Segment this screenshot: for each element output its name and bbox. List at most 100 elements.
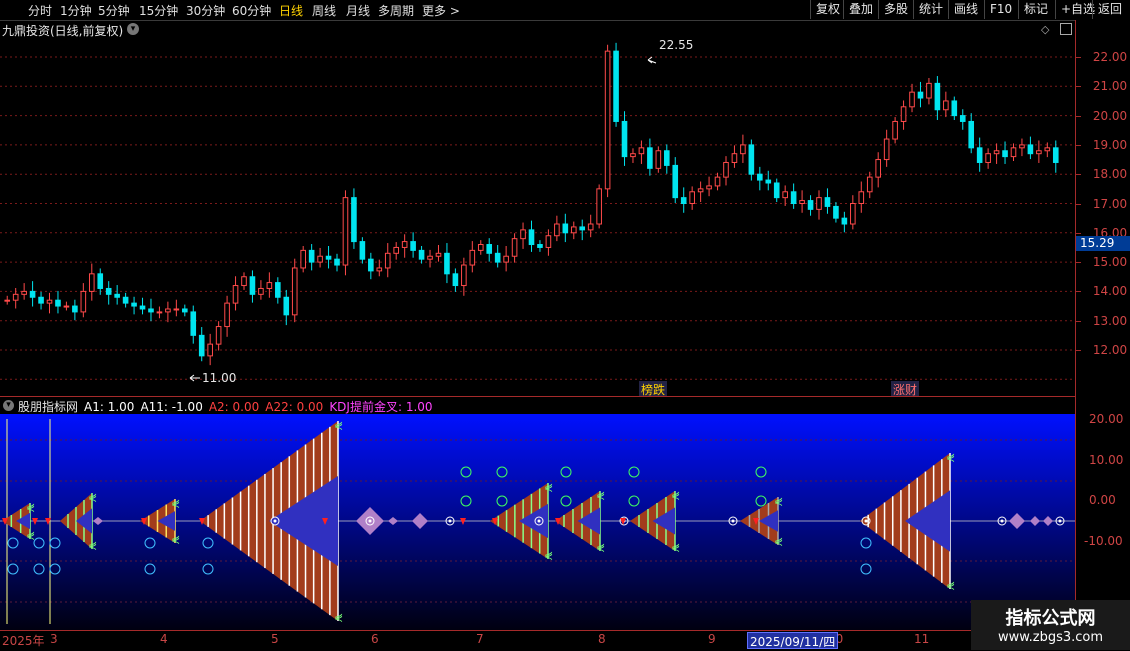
candle-body xyxy=(866,176,873,193)
chevron-down-icon[interactable]: ▾ xyxy=(3,400,14,411)
toolbar-button-1[interactable]: 叠加 xyxy=(843,0,878,19)
indicator-header: ▾ 股朋指标网 A1: 1.00 A11: -1.00 A2: 0.00 A22: 0.… xyxy=(0,396,1075,415)
toolbar-button-4[interactable]: 画线 xyxy=(948,0,983,19)
high-pointer xyxy=(647,56,657,64)
candle-body xyxy=(232,285,239,304)
watermark-title: 指标公式网 xyxy=(1005,608,1096,629)
indicator-panel[interactable]: ⋞ ⋞ ⋞ ⋞ ⋞ ⋞ ⋞ ⋞ ⋞ ⋞ ⋞ ⋞ ⋞ ⋞ ⋞ ⋞ ⋞ ⋞ xyxy=(0,414,1075,630)
candle-body xyxy=(511,238,518,257)
candle-body xyxy=(554,223,560,237)
fan-mark: ⋞ xyxy=(544,481,553,494)
price-tick: 15.00 xyxy=(1089,255,1128,270)
candle-body xyxy=(630,153,636,158)
price-tick: 14.00 xyxy=(1089,284,1128,299)
candle-body xyxy=(241,276,247,287)
price-tick: 17.00 xyxy=(1089,196,1128,211)
period-tab-9[interactable]: 多周期 xyxy=(378,2,414,19)
toolbar-button-3[interactable]: 统计 xyxy=(913,0,948,19)
indicator-tick: 10.00 xyxy=(1089,453,1124,467)
period-tab-1[interactable]: 1分钟 xyxy=(60,2,92,19)
period-tab-8[interactable]: 月线 xyxy=(346,2,370,19)
price-tick-mark xyxy=(1076,174,1081,176)
price-tick-mark xyxy=(1076,291,1081,293)
price-tick-mark xyxy=(1076,115,1081,117)
candle-body xyxy=(38,296,44,304)
candle-body xyxy=(638,147,645,155)
candle-body xyxy=(765,179,772,184)
price-tick-mark xyxy=(1076,232,1081,234)
period-tab-4[interactable]: 30分钟 xyxy=(186,2,225,19)
candle-body xyxy=(537,244,543,248)
period-tab-0[interactable]: 分时 xyxy=(28,2,52,19)
fan-mark: ⋞ xyxy=(334,611,343,624)
fan-mark: ⋞ xyxy=(774,495,783,508)
panel-toggle-icon[interactable] xyxy=(1060,23,1072,35)
toolbar-button-0[interactable]: 复权 xyxy=(810,0,845,19)
candle-body xyxy=(384,252,391,269)
fan-mark: ⋞ xyxy=(671,541,680,554)
fan-mark: ⋞ xyxy=(88,539,97,552)
toolbar-button-8[interactable]: 返回 xyxy=(1092,0,1127,19)
candle-body xyxy=(494,252,501,263)
candle-body xyxy=(850,203,856,225)
price-tick-mark xyxy=(1076,350,1081,351)
toolbar-button-6[interactable]: 标记 xyxy=(1018,0,1053,19)
candle-body xyxy=(401,241,408,248)
period-tab-10[interactable]: 更多 > xyxy=(422,2,460,19)
candle-body xyxy=(621,120,628,158)
candle-body xyxy=(647,147,653,169)
price-tick-mark xyxy=(1076,320,1081,322)
candle-body xyxy=(1036,150,1042,155)
candle-body xyxy=(680,197,687,204)
price-tick: 20.00 xyxy=(1089,108,1128,123)
candle-body xyxy=(452,273,459,287)
candle-body xyxy=(731,153,738,163)
candle-body xyxy=(29,290,36,298)
fan-mark: ⋞ xyxy=(26,501,35,514)
candle-body xyxy=(4,299,11,302)
indicator-name: 股朋指标网 xyxy=(18,400,79,414)
candle-body xyxy=(351,197,357,243)
candle-body xyxy=(959,115,966,122)
indicator-tick: -10.00 xyxy=(1084,534,1123,548)
chevron-down-icon[interactable]: ▾ xyxy=(127,23,139,35)
period-tab-2[interactable]: 5分钟 xyxy=(98,2,130,19)
candle-body xyxy=(714,176,721,187)
toolbar-button-2[interactable]: 多股 xyxy=(878,0,913,19)
indicator-chart[interactable]: ⋞ ⋞ ⋞ ⋞ ⋞ ⋞ ⋞ ⋞ ⋞ ⋞ ⋞ ⋞ ⋞ ⋞ ⋞ ⋞ ⋞ ⋞ xyxy=(0,414,1075,630)
candle-body xyxy=(993,150,1000,155)
candle-body xyxy=(325,255,332,260)
candle-body xyxy=(663,150,670,166)
candle-body xyxy=(740,144,746,155)
price-tick-mark xyxy=(1076,86,1081,88)
toolbar-button-5[interactable]: F10 xyxy=(984,0,1017,19)
fan-mark: ⋞ xyxy=(544,549,553,562)
candle-body xyxy=(342,197,349,266)
candle-body xyxy=(858,191,865,204)
cross-dot xyxy=(1058,519,1062,523)
cross-dot xyxy=(537,519,541,523)
period-tab-3[interactable]: 15分钟 xyxy=(139,2,178,19)
candle-body xyxy=(55,299,61,307)
candle-body xyxy=(570,226,577,234)
candle-body xyxy=(697,188,704,193)
current-price-badge: 15.29 xyxy=(1076,236,1130,251)
diamond-icon[interactable]: ◇ xyxy=(1041,23,1049,36)
candle-body xyxy=(105,287,112,295)
period-tab-6[interactable]: 日线 xyxy=(279,2,303,19)
main-chart-panel[interactable]: 九鼎投资(日线,前复权) ▾ ◇ 22.55 11.00 榜跌 涨财 xyxy=(0,20,1075,398)
candle-body xyxy=(63,305,70,308)
candle-body xyxy=(249,276,256,295)
month-label-8: 11 xyxy=(914,632,930,646)
candlestick-chart[interactable] xyxy=(0,20,1075,395)
candle-body xyxy=(1010,147,1017,158)
candle-body xyxy=(596,188,602,225)
candle-body xyxy=(131,302,137,307)
period-tab-5[interactable]: 60分钟 xyxy=(232,2,271,19)
candle-body xyxy=(934,82,941,111)
price-tick-mark xyxy=(1076,57,1081,58)
candle-body xyxy=(72,305,78,313)
fan-mark: ⋞ xyxy=(671,489,680,502)
period-tab-7[interactable]: 周线 xyxy=(312,2,336,19)
price-axis: 22.00 21.00 20.00 19.00 18.00 17.00 16.0… xyxy=(1075,20,1130,630)
